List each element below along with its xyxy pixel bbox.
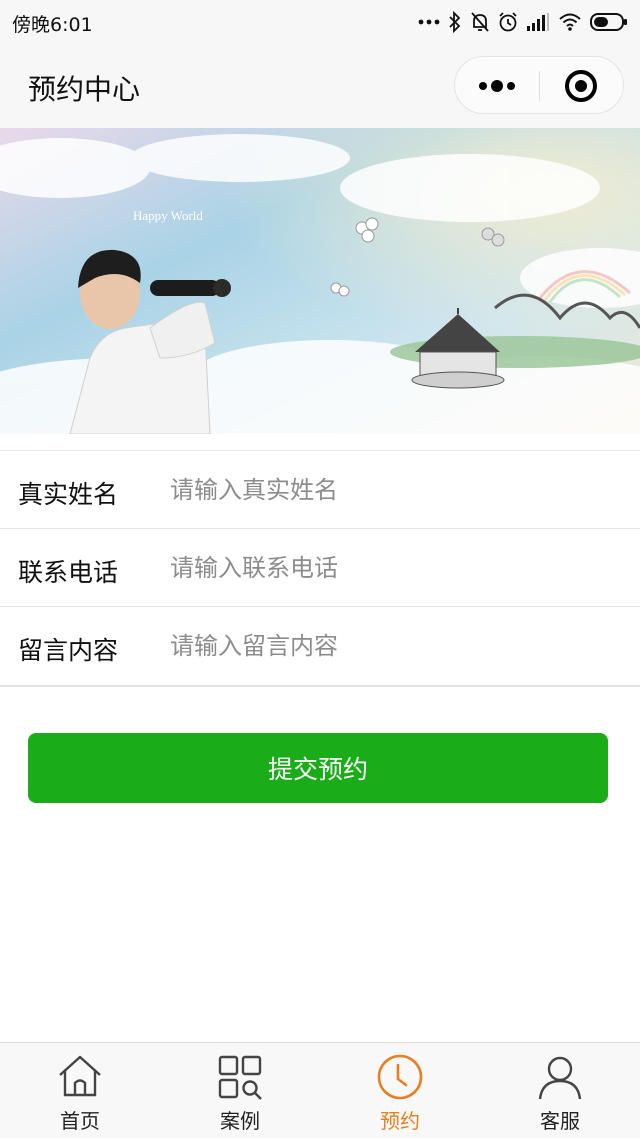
reservation-form: 真实姓名 联系电话 留言内容 xyxy=(0,450,640,687)
tab-cases[interactable]: 案例 xyxy=(160,1043,320,1138)
user-icon xyxy=(538,1056,582,1100)
message-input[interactable] xyxy=(170,621,620,671)
banner-caption: Happy World xyxy=(133,208,203,223)
target-close-icon xyxy=(565,70,597,102)
nav-bar: 预约中心 xyxy=(0,44,640,128)
status-icons xyxy=(418,8,628,36)
tab-booking[interactable]: 预约 xyxy=(320,1043,480,1138)
mute-bell-icon xyxy=(471,12,489,32)
battery-icon xyxy=(590,13,627,31)
tab-bar: 首页 案例 预约 客服 xyxy=(0,1042,640,1138)
tab-booking-label: 预约 xyxy=(380,1109,420,1133)
name-input[interactable] xyxy=(170,465,620,515)
form-row-message: 留言内容 xyxy=(0,607,640,685)
tab-service-label: 客服 xyxy=(540,1109,580,1133)
alarm-icon xyxy=(499,12,517,32)
bluetooth-icon xyxy=(449,11,461,33)
more-dots-icon xyxy=(479,80,515,92)
status-time: 傍晚6:01 xyxy=(12,14,93,36)
home-icon xyxy=(59,1055,101,1097)
clock-icon xyxy=(377,1054,423,1100)
message-label: 留言内容 xyxy=(18,636,119,665)
tab-home-label: 首页 xyxy=(60,1109,100,1133)
banner-image: Happy World xyxy=(0,128,640,434)
form-row-name: 真实姓名 xyxy=(0,451,640,529)
submit-reservation-button[interactable]: 提交预约 xyxy=(28,733,608,803)
phone-input[interactable] xyxy=(170,543,620,593)
name-label: 真实姓名 xyxy=(18,480,119,509)
tab-cases-label: 案例 xyxy=(220,1109,260,1133)
banner-illustration: Happy World xyxy=(0,128,640,434)
close-button[interactable] xyxy=(541,57,625,115)
tab-service[interactable]: 客服 xyxy=(480,1043,640,1138)
more-button[interactable] xyxy=(455,57,539,115)
status-bar: 傍晚6:01 xyxy=(0,0,640,44)
signal-icon xyxy=(527,13,549,31)
mini-program-capsule xyxy=(454,56,624,114)
wifi-icon xyxy=(559,13,581,31)
phone-label: 联系电话 xyxy=(18,558,119,587)
more-dots-icon xyxy=(418,19,440,25)
grid-search-icon xyxy=(218,1055,262,1100)
capsule-divider xyxy=(539,71,540,101)
page-title: 预约中心 xyxy=(28,73,141,106)
tab-home[interactable]: 首页 xyxy=(0,1043,160,1138)
form-row-phone: 联系电话 xyxy=(0,529,640,607)
